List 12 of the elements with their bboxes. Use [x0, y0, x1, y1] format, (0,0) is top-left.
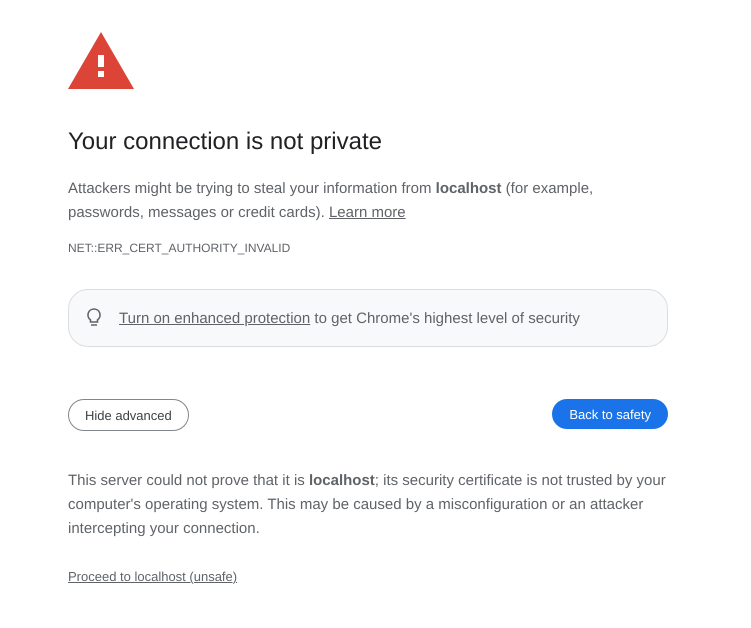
error-code: NET::ERR_CERT_AUTHORITY_INVALID: [68, 241, 292, 255]
proceed-link[interactable]: Proceed to localhost (unsafe): [68, 569, 238, 584]
back-to-safety-button[interactable]: Back to safety: [552, 399, 668, 429]
enhanced-protection-link[interactable]: Turn on enhanced protection: [119, 310, 310, 326]
details-paragraph: This server could not prove that it is localhost; its security certificate is not trusted by your computer's operating system. This may be caused by a misconfiguration or an attacker intercepting your connection.: [68, 471, 667, 539]
page-heading: Your connection is not private: [68, 127, 383, 157]
intro-paragraph: Attackers might be trying to steal your information from localhost (for example, passwords, messages or credit cards). Learn more: [68, 179, 594, 223]
warning-icon: [68, 32, 134, 89]
hide-advanced-button[interactable]: Hide advanced: [68, 399, 189, 431]
protection-text: Turn on enhanced protection to get Chrome's highest level of security: [119, 310, 580, 326]
lightbulb-icon: [85, 308, 103, 328]
learn-more-link[interactable]: Learn more: [328, 204, 406, 221]
